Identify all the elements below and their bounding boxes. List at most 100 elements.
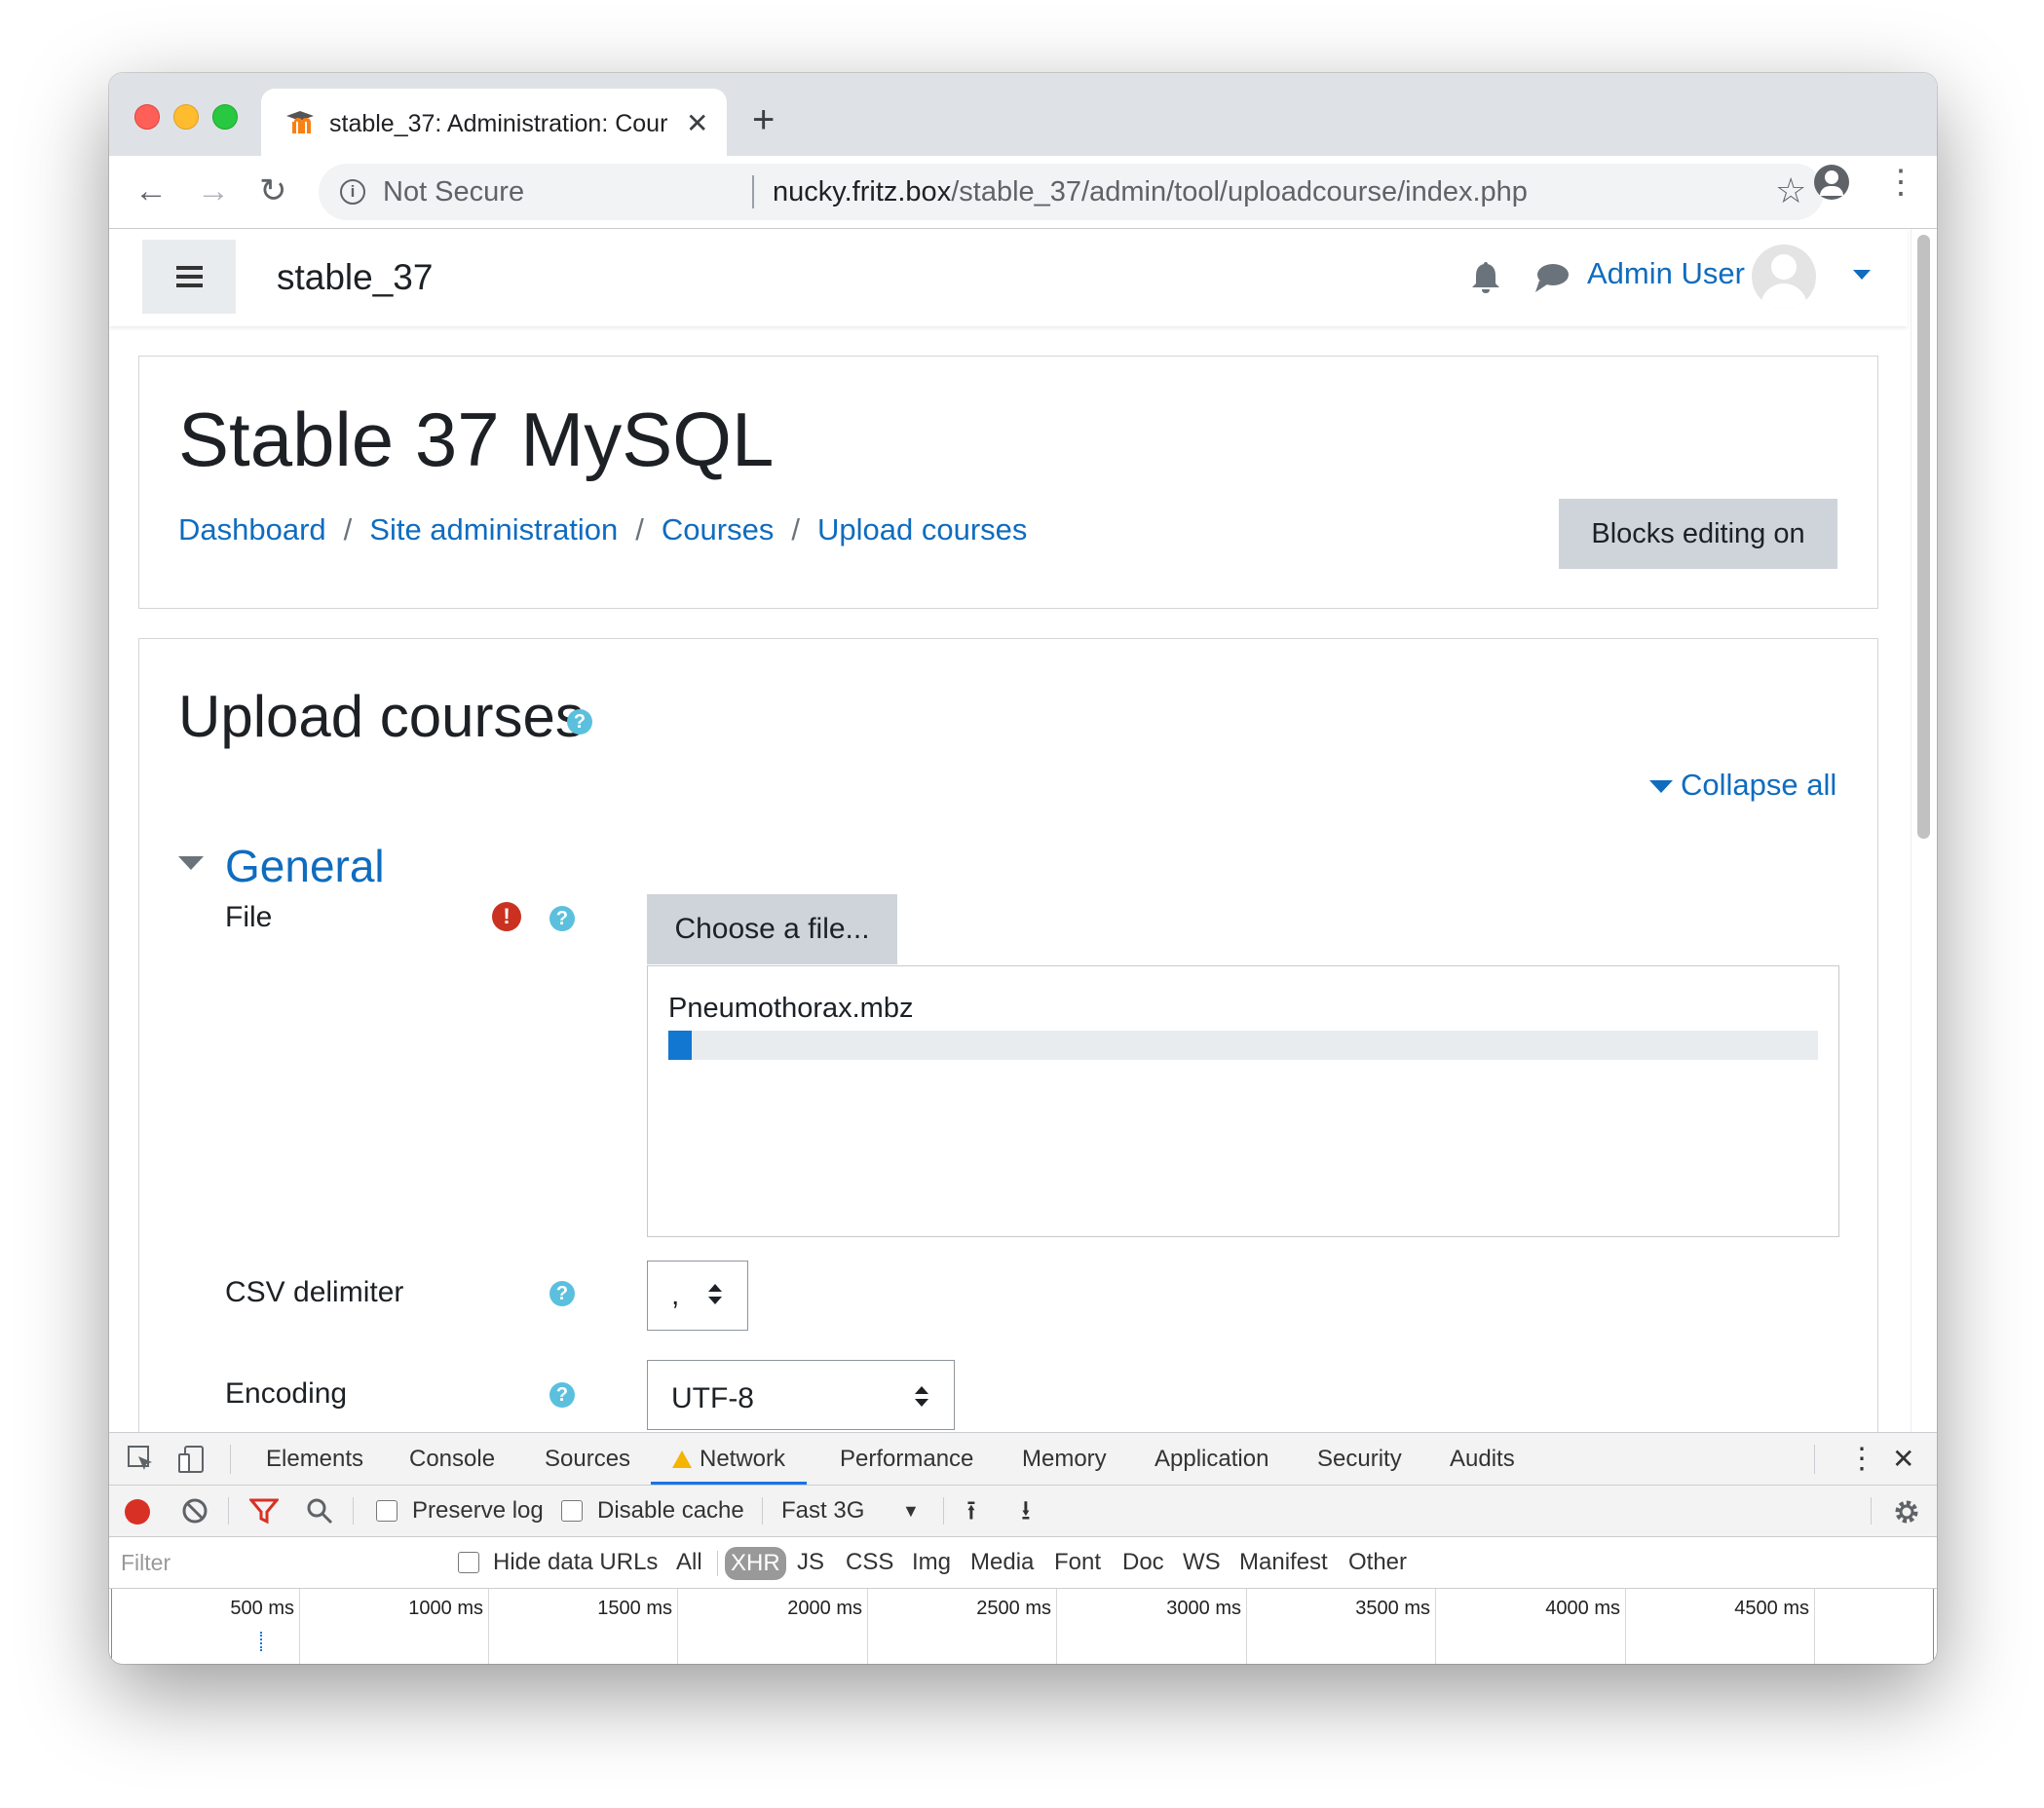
breadcrumb-courses[interactable]: Courses bbox=[662, 512, 774, 546]
filter-manifest[interactable]: Manifest bbox=[1239, 1537, 1328, 1588]
breadcrumb-upload-courses[interactable]: Upload courses bbox=[817, 512, 1027, 546]
page-viewport: stable_37 Admin User Stable 37 MySQL Das… bbox=[109, 229, 1937, 1432]
tab-network[interactable]: Network bbox=[651, 1433, 808, 1485]
bookmark-star-icon[interactable]: ☆ bbox=[1775, 171, 1806, 210]
tab-console[interactable]: Console bbox=[409, 1433, 495, 1485]
back-button[interactable]: ← bbox=[134, 173, 168, 208]
network-timeline[interactable]: 500 ms 1000 ms 1500 ms 2000 ms 2500 ms 3… bbox=[109, 1589, 1937, 1664]
tab-title: stable_37: Administration: Cour bbox=[329, 110, 668, 137]
close-tab-icon[interactable]: ✕ bbox=[686, 110, 708, 137]
breadcrumb-separator: / bbox=[635, 512, 644, 546]
devtools-close-icon[interactable]: ✕ bbox=[1892, 1433, 1914, 1485]
url-text[interactable]: nucky.fritz.box/stable_37/admin/tool/upl… bbox=[773, 175, 1528, 208]
filter-doc[interactable]: Doc bbox=[1122, 1537, 1164, 1588]
security-label[interactable]: Not Secure bbox=[383, 175, 524, 208]
filter-css[interactable]: CSS bbox=[846, 1537, 893, 1588]
tab-elements[interactable]: Elements bbox=[266, 1433, 363, 1485]
filter-ws[interactable]: WS bbox=[1183, 1537, 1221, 1588]
file-help-icon[interactable]: ? bbox=[549, 906, 575, 931]
minimize-window-button[interactable] bbox=[173, 104, 199, 130]
tab-performance[interactable]: Performance bbox=[840, 1433, 973, 1485]
encoding-help-icon[interactable]: ? bbox=[549, 1382, 575, 1408]
upload-progress-fill bbox=[668, 1031, 692, 1060]
record-button[interactable] bbox=[125, 1499, 150, 1525]
blocks-editing-button[interactable]: Blocks editing on bbox=[1559, 499, 1837, 569]
filter-js[interactable]: JS bbox=[797, 1537, 824, 1588]
profile-icon[interactable] bbox=[1814, 165, 1849, 200]
inspect-element-icon[interactable] bbox=[127, 1445, 156, 1474]
hide-data-urls-label: Hide data URLs bbox=[493, 1549, 659, 1575]
csv-delimiter-value: , bbox=[671, 1279, 680, 1311]
encoding-select[interactable]: UTF-8 bbox=[647, 1360, 955, 1430]
moodle-navbar: stable_37 Admin User bbox=[109, 229, 1908, 326]
timeline-tick: 3500 ms bbox=[1355, 1598, 1430, 1619]
forward-button[interactable]: → bbox=[197, 173, 230, 208]
timeline-tick: 3000 ms bbox=[1166, 1598, 1241, 1619]
user-avatar[interactable] bbox=[1752, 245, 1816, 309]
clear-icon[interactable] bbox=[181, 1497, 208, 1525]
scrollbar-thumb[interactable] bbox=[1917, 235, 1930, 839]
filter-font[interactable]: Font bbox=[1054, 1537, 1101, 1588]
csv-delimiter-select[interactable]: , bbox=[647, 1261, 748, 1331]
disable-cache-checkbox[interactable] bbox=[561, 1500, 583, 1522]
reload-button[interactable]: ↻ bbox=[259, 173, 287, 208]
messages-icon[interactable] bbox=[1532, 261, 1571, 296]
hamburger-menu-icon[interactable] bbox=[142, 240, 236, 314]
filter-icon[interactable] bbox=[249, 1497, 279, 1525]
user-menu-caret-icon[interactable] bbox=[1853, 270, 1871, 280]
throttle-select[interactable]: Fast 3G bbox=[781, 1486, 864, 1536]
filter-xhr[interactable]: XHR bbox=[725, 1547, 786, 1580]
browser-tab[interactable]: stable_37: Administration: Cour ✕ bbox=[261, 89, 727, 157]
upload-courses-heading: Upload courses bbox=[178, 684, 585, 749]
timeline-tick: 500 ms bbox=[230, 1598, 294, 1619]
breadcrumb-dashboard[interactable]: Dashboard bbox=[178, 512, 326, 546]
timeline-tick: 4500 ms bbox=[1734, 1598, 1809, 1619]
search-icon[interactable] bbox=[306, 1497, 333, 1525]
settings-gear-icon[interactable] bbox=[1892, 1497, 1921, 1526]
general-section-title: General bbox=[225, 841, 385, 891]
info-icon[interactable]: i bbox=[340, 179, 365, 205]
bell-icon[interactable] bbox=[1466, 258, 1505, 297]
close-window-button[interactable] bbox=[134, 104, 160, 130]
timeline-gridline bbox=[677, 1589, 678, 1664]
address-bar[interactable]: i Not Secure nucky.fritz.box/stable_37/a… bbox=[319, 164, 1824, 220]
filter-all[interactable]: All bbox=[676, 1537, 702, 1588]
timeline-gridline bbox=[1625, 1589, 1626, 1664]
file-dropzone[interactable]: Pneumothorax.mbz bbox=[647, 965, 1839, 1237]
devtools-divider bbox=[230, 1445, 231, 1474]
filter-img[interactable]: Img bbox=[912, 1537, 951, 1588]
breadcrumb-site-administration[interactable]: Site administration bbox=[369, 512, 618, 546]
help-icon[interactable]: ? bbox=[567, 709, 592, 734]
hide-data-urls-checkbox[interactable] bbox=[458, 1552, 479, 1573]
collapse-all-link[interactable]: Collapse all bbox=[1649, 766, 1836, 805]
import-har-icon[interactable]: ⭱ bbox=[966, 1486, 976, 1536]
filter-input[interactable]: Filter bbox=[115, 1545, 442, 1580]
browser-menu-icon[interactable]: ⋮ bbox=[1884, 163, 1917, 202]
site-name[interactable]: stable_37 bbox=[277, 256, 433, 299]
caret-down-icon bbox=[178, 856, 204, 870]
timeline-gridline bbox=[299, 1589, 300, 1664]
throttle-caret-icon[interactable]: ▼ bbox=[902, 1486, 920, 1536]
export-har-icon[interactable]: ⭳ bbox=[1021, 1486, 1031, 1536]
tab-memory[interactable]: Memory bbox=[1022, 1433, 1107, 1485]
tab-audits[interactable]: Audits bbox=[1450, 1433, 1515, 1485]
devtools-divider bbox=[762, 1497, 763, 1525]
preserve-log-checkbox[interactable] bbox=[376, 1500, 397, 1522]
tab-sources[interactable]: Sources bbox=[545, 1433, 630, 1485]
devtools-menu-icon[interactable]: ⋮ bbox=[1847, 1433, 1876, 1485]
tab-security[interactable]: Security bbox=[1317, 1433, 1402, 1485]
request-marker bbox=[260, 1632, 264, 1651]
warning-icon bbox=[672, 1450, 692, 1468]
device-toolbar-icon[interactable] bbox=[177, 1445, 207, 1474]
new-tab-button[interactable]: + bbox=[752, 100, 775, 139]
csv-delimiter-help-icon[interactable]: ? bbox=[549, 1281, 575, 1306]
timeline-tick: 1000 ms bbox=[408, 1598, 483, 1619]
choose-file-button[interactable]: Choose a file... bbox=[647, 894, 897, 964]
filter-other[interactable]: Other bbox=[1348, 1537, 1407, 1588]
maximize-window-button[interactable] bbox=[212, 104, 238, 130]
user-name-link[interactable]: Admin User bbox=[1587, 254, 1745, 293]
page-scrollbar[interactable] bbox=[1911, 229, 1937, 1432]
breadcrumb: Dashboard / Site administration / Courses / Up… bbox=[178, 510, 1027, 549]
filter-media[interactable]: Media bbox=[970, 1537, 1034, 1588]
tab-application[interactable]: Application bbox=[1154, 1433, 1268, 1485]
